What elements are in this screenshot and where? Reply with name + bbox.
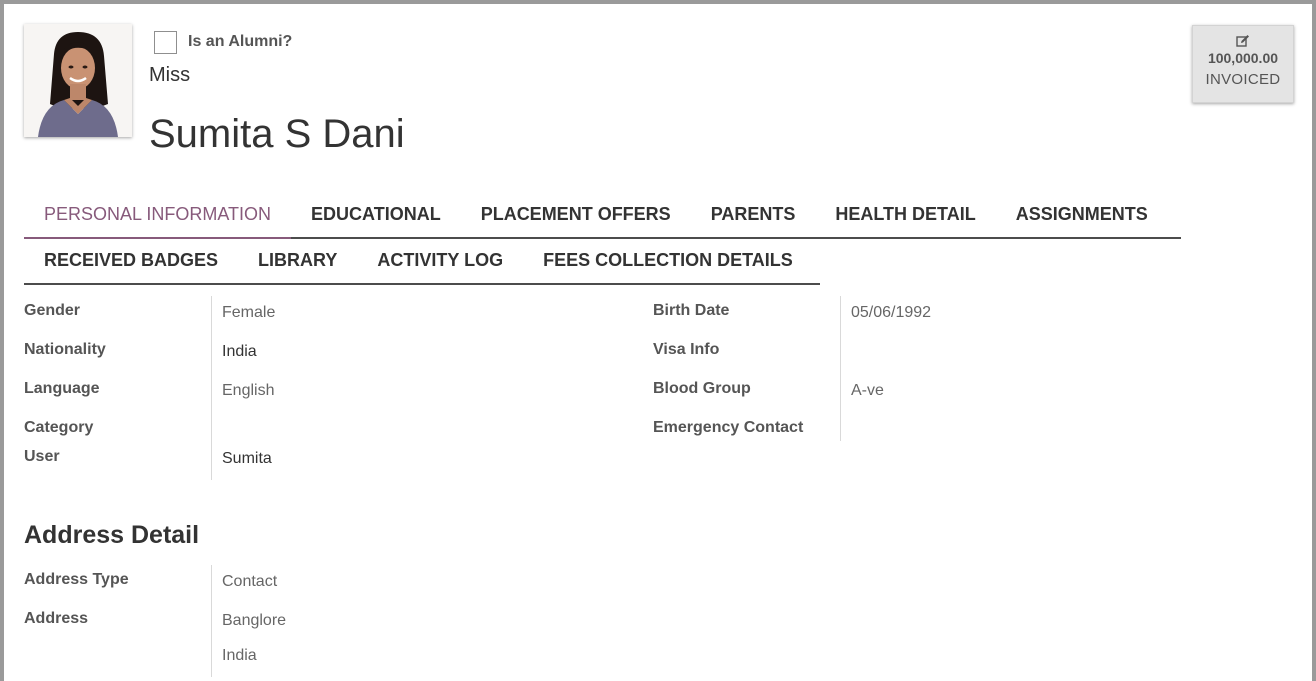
tab-health-detail[interactable]: HEALTH DETAIL: [815, 193, 995, 237]
tab-parents[interactable]: PARENTS: [691, 193, 816, 237]
nationality-label: Nationality: [24, 341, 106, 358]
birth-date-field[interactable]: 05/06/1992: [851, 304, 931, 322]
field-divider: [211, 296, 212, 480]
invoiced-label: INVOICED: [1205, 71, 1281, 88]
blood-group-label: Blood Group: [653, 380, 751, 397]
language-label: Language: [24, 380, 100, 397]
tab-personal-information[interactable]: PERSONAL INFORMATION: [24, 193, 292, 239]
address-label: Address: [24, 610, 89, 627]
alumni-label: Is an Alumni?: [188, 33, 293, 50]
nationality-field[interactable]: India: [222, 343, 257, 361]
invoiced-amount: 100,000.00: [1207, 50, 1279, 66]
notebook-tabs-row-1: PERSONAL INFORMATION EDUCATIONAL PLACEME…: [24, 193, 1181, 239]
tab-fees-collection-details[interactable]: FEES COLLECTION DETAILS: [523, 239, 813, 283]
tab-assignments[interactable]: ASSIGNMENTS: [996, 193, 1168, 237]
blood-group-field[interactable]: A-ve: [851, 382, 884, 400]
user-field[interactable]: Sumita: [222, 450, 272, 468]
tab-library[interactable]: LIBRARY: [238, 239, 357, 283]
alumni-row: Is an Alumni?: [154, 30, 292, 54]
birth-date-label: Birth Date: [653, 302, 730, 319]
gender-field[interactable]: Female: [222, 304, 275, 322]
tab-educational[interactable]: EDUCATIONAL: [291, 193, 461, 237]
tab-activity-log[interactable]: ACTIVITY LOG: [357, 239, 523, 283]
gender-label: Gender: [24, 302, 81, 319]
visa-info-label: Visa Info: [653, 341, 720, 358]
emergency-contact-label: Emergency Contact: [653, 419, 804, 436]
invoiced-button[interactable]: 100,000.00 INVOICED: [1192, 25, 1294, 103]
user-label: User: [24, 448, 60, 465]
field-divider: [211, 565, 212, 677]
address-section-title: Address Detail: [24, 521, 200, 549]
tab-received-badges[interactable]: RECEIVED BADGES: [24, 239, 238, 283]
address-street-field[interactable]: Banglore: [222, 612, 286, 630]
tab-placement-offers[interactable]: PLACEMENT OFFERS: [461, 193, 691, 237]
language-field[interactable]: English: [222, 382, 274, 400]
student-avatar[interactable]: [24, 24, 132, 137]
address-type-label: Address Type: [24, 571, 129, 588]
edit-icon: [1236, 35, 1249, 47]
title-field[interactable]: Miss: [149, 64, 190, 87]
address-type-field[interactable]: Contact: [222, 573, 277, 591]
category-label: Category: [24, 419, 94, 436]
notebook-tabs-row-2: RECEIVED BADGES LIBRARY ACTIVITY LOG FEE…: [24, 239, 820, 285]
student-name[interactable]: Sumita S Dani: [149, 112, 405, 157]
address-country-field[interactable]: India: [222, 647, 257, 665]
student-photo-icon: [24, 24, 132, 137]
alumni-checkbox[interactable]: [154, 31, 177, 54]
field-divider: [840, 296, 841, 441]
